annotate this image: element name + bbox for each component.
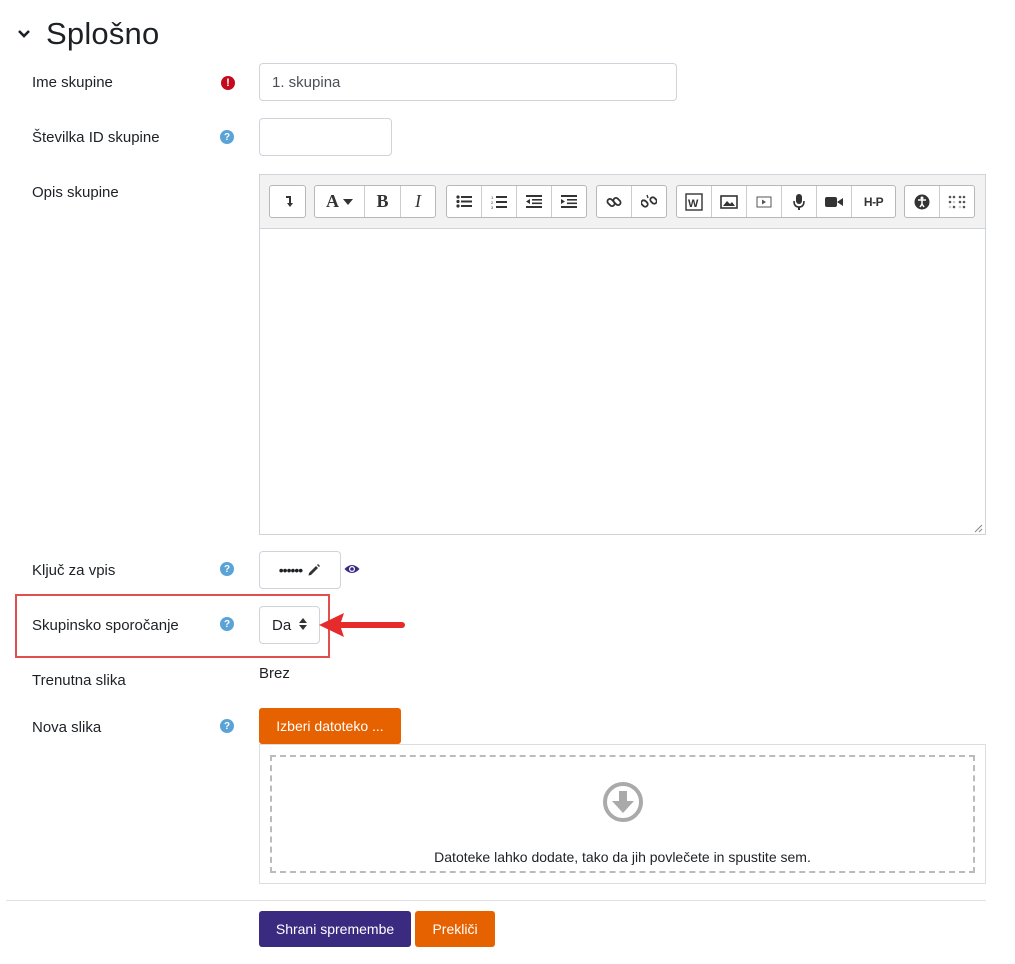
- arrow-annotation-icon: [319, 613, 405, 637]
- required-icon: !: [221, 76, 235, 90]
- h5p-icon[interactable]: H-P: [852, 186, 895, 217]
- group-messaging-select[interactable]: Da: [259, 606, 320, 644]
- image-icon[interactable]: [712, 186, 747, 217]
- chevron-down-icon[interactable]: [12, 22, 36, 46]
- download-arrow-icon: [602, 781, 644, 828]
- description-textarea[interactable]: [260, 229, 985, 535]
- choose-file-button[interactable]: Izberi datoteko ...: [259, 708, 401, 744]
- numbered-list-icon[interactable]: 123: [482, 186, 517, 217]
- form-divider: [6, 900, 986, 901]
- pencil-icon[interactable]: [307, 563, 321, 577]
- dropzone-hint: Datoteke lahko dodate, tako da jih povle…: [434, 849, 811, 865]
- indent-icon[interactable]: [552, 186, 586, 217]
- font-color-icon[interactable]: A: [315, 186, 365, 217]
- eye-icon[interactable]: [344, 562, 360, 580]
- collapse-icon[interactable]: [270, 186, 305, 217]
- bold-icon[interactable]: B: [365, 186, 401, 217]
- bullet-list-icon[interactable]: [447, 186, 482, 217]
- group-name-label: Ime skupine: [32, 74, 113, 91]
- media-icon[interactable]: [747, 186, 782, 217]
- select-arrows-icon: [299, 617, 307, 634]
- enrolment-key-label: Ključ za vpis: [32, 562, 116, 579]
- accessibility-checker-icon[interactable]: [905, 186, 940, 217]
- help-icon[interactable]: ?: [220, 719, 234, 733]
- italic-icon[interactable]: I: [401, 186, 435, 217]
- cancel-button[interactable]: Prekliči: [415, 911, 495, 947]
- save-button[interactable]: Shrani spremembe: [259, 911, 411, 947]
- group-messaging-selected: Da: [272, 616, 292, 634]
- record-video-icon[interactable]: [817, 186, 852, 217]
- group-idnumber-label: Številka ID skupine: [32, 129, 160, 146]
- svg-text:3: 3: [491, 205, 494, 209]
- help-icon[interactable]: ?: [220, 617, 234, 631]
- dropzone[interactable]: Datoteke lahko dodate, tako da jih povle…: [270, 755, 975, 873]
- current-picture-label: Trenutna slika: [32, 672, 126, 689]
- group-idnumber-input[interactable]: [259, 118, 392, 156]
- help-icon[interactable]: ?: [220, 130, 234, 144]
- screenreader-helper-icon[interactable]: [940, 186, 974, 217]
- outdent-icon[interactable]: [517, 186, 552, 217]
- current-picture-value: Brez: [259, 665, 290, 682]
- group-description-label: Opis skupine: [32, 184, 119, 201]
- svg-text:W: W: [688, 198, 699, 210]
- link-icon[interactable]: [597, 186, 632, 217]
- unlink-icon[interactable]: [632, 186, 666, 217]
- editor-toolbar: A B I 123 W H-P: [260, 175, 985, 229]
- enrolment-key-value: ••••••: [278, 562, 303, 578]
- group-messaging-label: Skupinsko sporočanje: [32, 617, 179, 634]
- help-icon[interactable]: ?: [220, 562, 234, 576]
- new-picture-label: Nova slika: [32, 719, 102, 736]
- resize-grip-icon[interactable]: [973, 523, 983, 533]
- section-title: Splošno: [46, 16, 160, 51]
- word-import-icon[interactable]: W: [677, 186, 712, 217]
- section-header[interactable]: Splošno: [12, 14, 159, 54]
- description-editor: A B I 123 W H-P: [259, 174, 986, 535]
- group-name-input[interactable]: 1. skupina: [259, 63, 677, 101]
- filepicker-container: Datoteke lahko dodate, tako da jih povle…: [259, 744, 986, 884]
- record-audio-icon[interactable]: [782, 186, 817, 217]
- enrolment-key-field[interactable]: ••••••: [259, 551, 341, 589]
